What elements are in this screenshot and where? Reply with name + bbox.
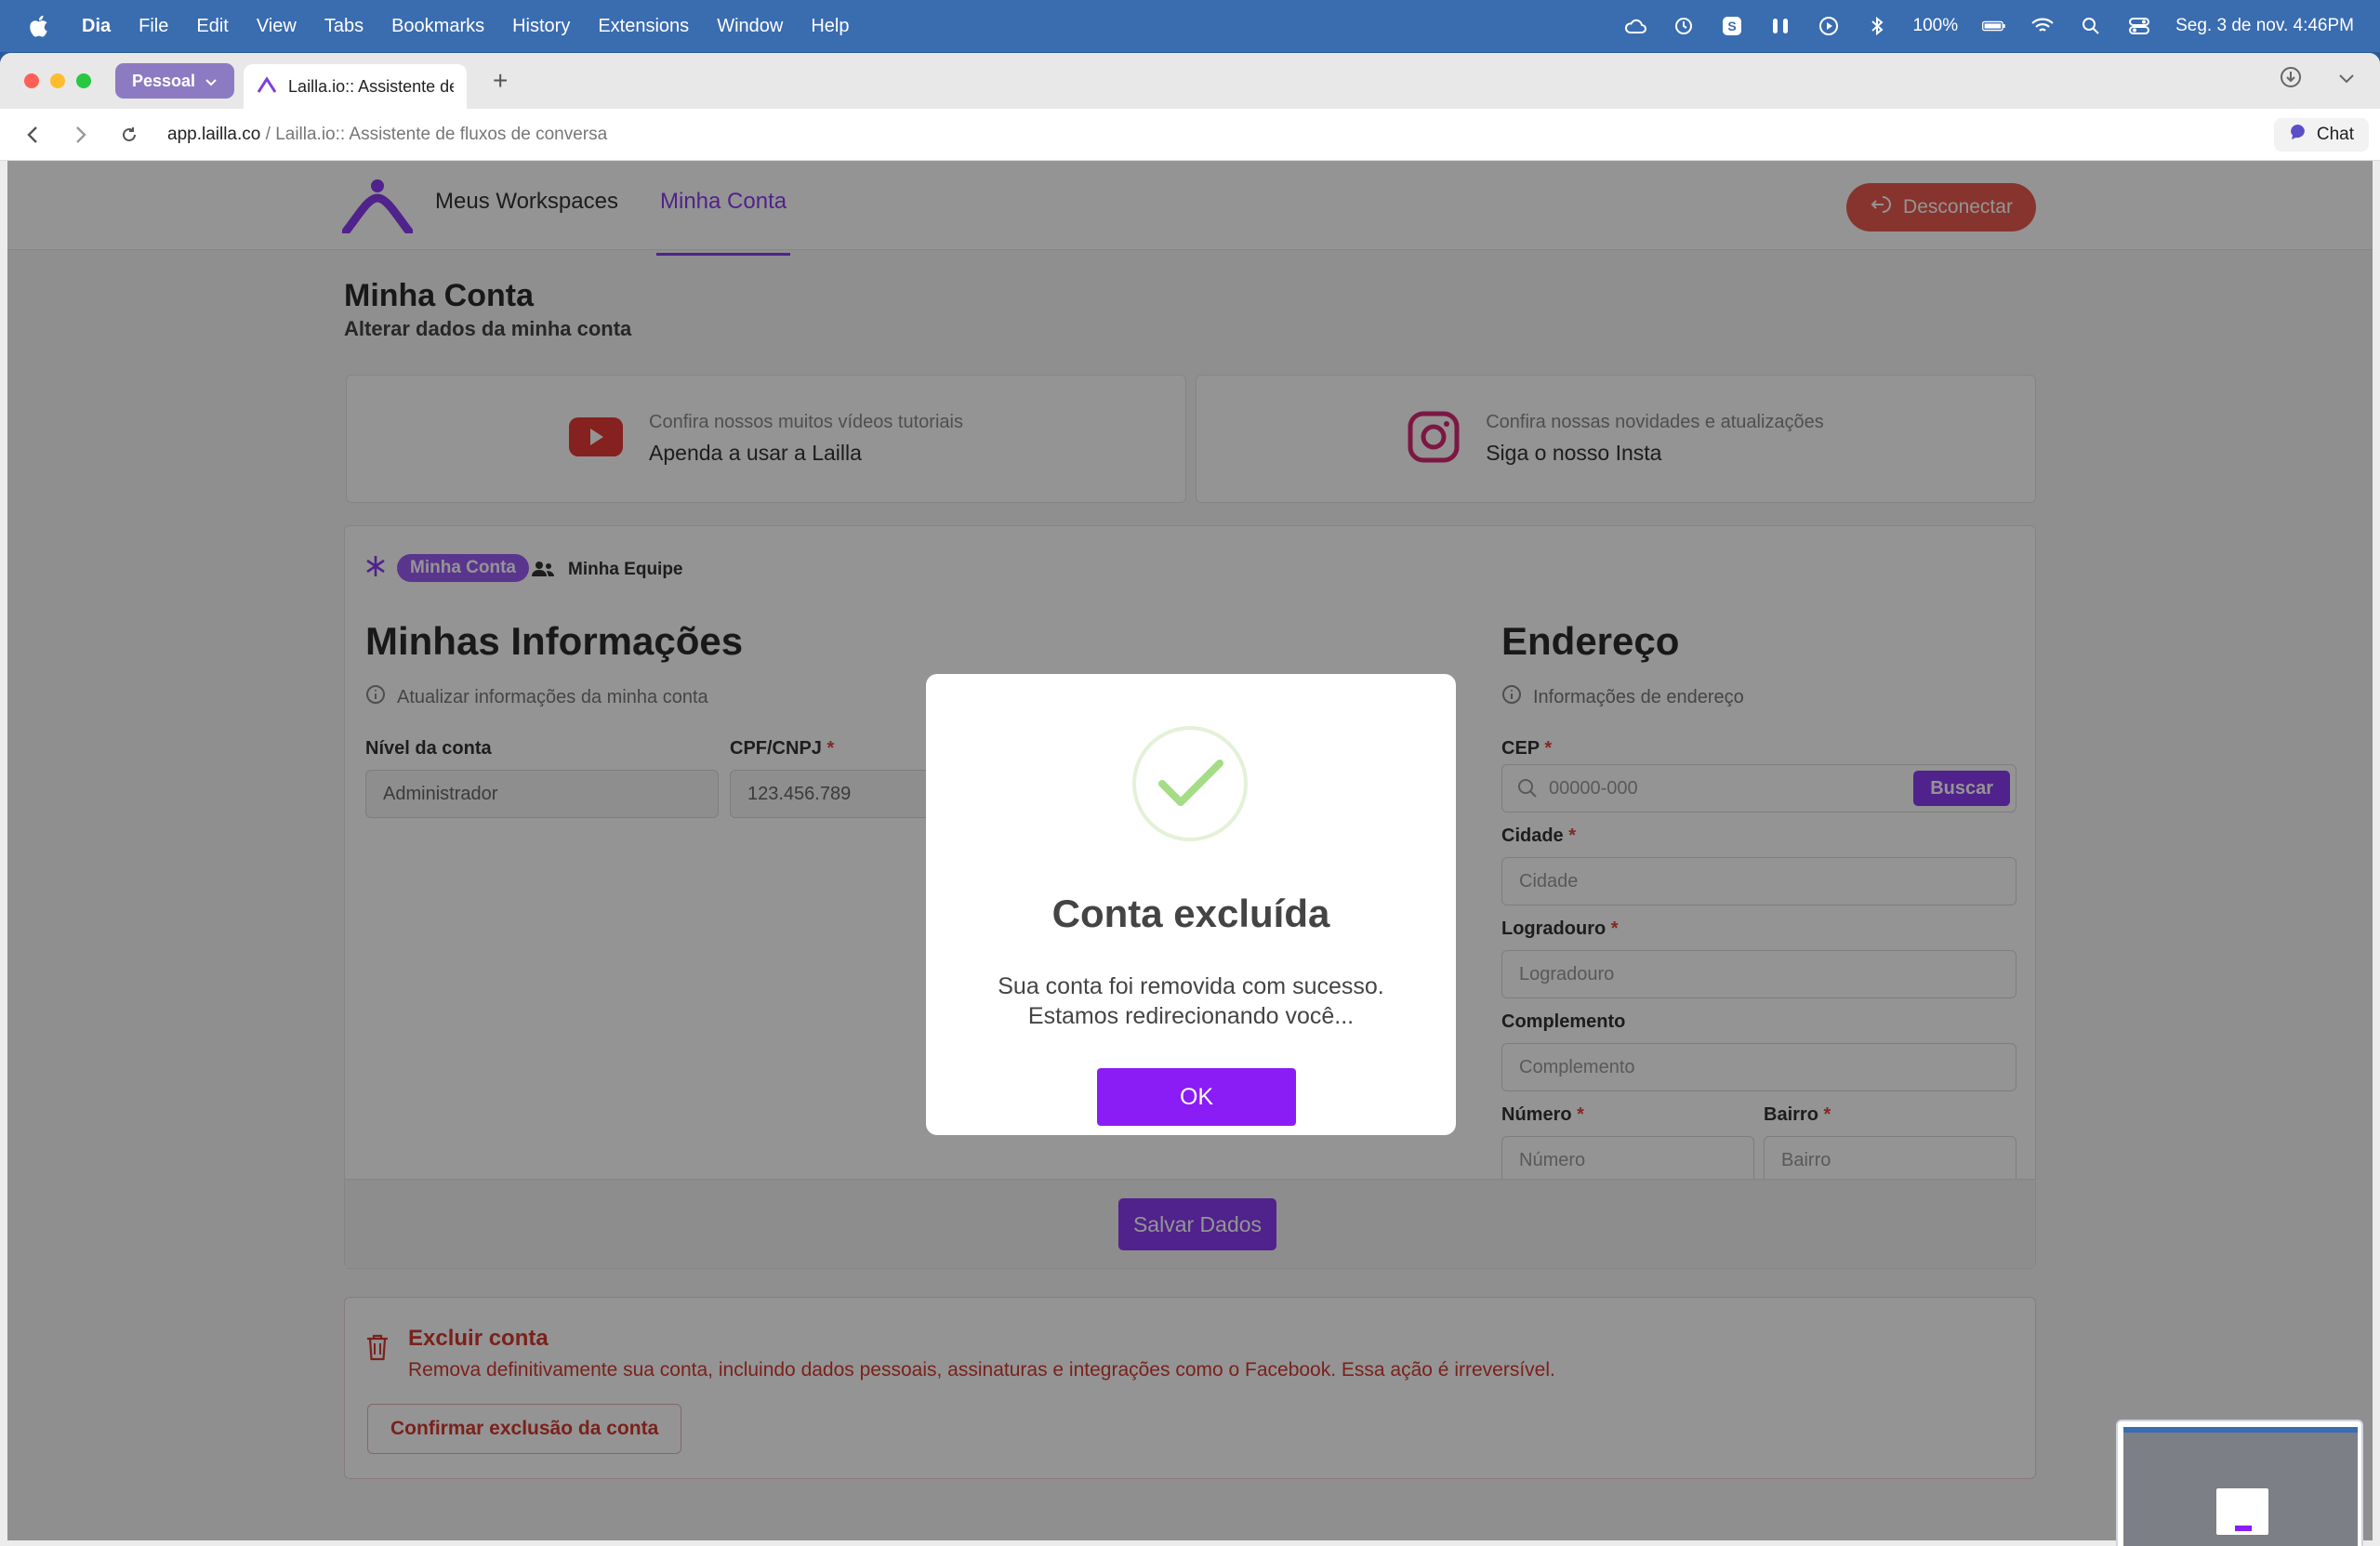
minimize-window-button[interactable] [50,73,65,88]
menu-history[interactable]: History [512,16,570,37]
thumbnail-menubar [2123,1427,2358,1433]
apple-icon[interactable] [24,12,52,40]
reload-icon[interactable] [115,121,143,149]
url-page-title: Lailla.io:: Assistente de fluxos de conv… [275,124,608,144]
airpods-icon[interactable] [1768,14,1792,38]
bluetooth-icon[interactable] [1865,14,1889,38]
cloud-icon[interactable] [1623,14,1647,38]
dialog-message: Sua conta foi removida com sucesso. Esta… [963,971,1419,1031]
timer-icon[interactable] [1672,14,1696,38]
chat-label: Chat [2316,125,2354,144]
thumbnail-ok-button [2235,1526,2252,1531]
chat-button[interactable]: Chat [2273,118,2369,152]
profile-switcher[interactable]: Pessoal [115,63,235,99]
dialog-message-line2: Estamos redirecionando você... [1027,1003,1355,1029]
menu-help[interactable]: Help [811,16,849,37]
url-domain: app.lailla.co [167,124,261,144]
forward-arrow-icon[interactable] [67,121,95,149]
battery-icon[interactable] [1982,14,2006,38]
url-field[interactable]: app.lailla.co / Lailla.io:: Assistente d… [167,125,607,145]
menu-edit[interactable]: Edit [196,16,228,37]
new-tab-plus-icon[interactable]: + [493,66,508,96]
menu-bookmarks[interactable]: Bookmarks [391,16,484,37]
menu-file[interactable]: File [139,16,168,37]
menubar-status-area: S 100% Seg. 3 de nov. 4:46PM [1623,0,2354,52]
menubar-clock[interactable]: Seg. 3 de nov. 4:46PM [2175,16,2354,36]
tabbar-right-controls [2280,66,2356,94]
menu-tabs[interactable]: Tabs [324,16,364,37]
dialog-message-line1: Sua conta foi removida com sucesso. [998,973,1384,999]
account-deleted-dialog: Conta excluída Sua conta foi removida co… [926,674,1456,1135]
page-viewport: Meus Workspaces Minha Conta Desconectar … [7,161,2373,1540]
macos-menubar: Dia File Edit View Tabs Bookmarks Histor… [0,0,2380,52]
success-check-icon [1132,726,1248,841]
url-separator: / [260,124,276,144]
chat-bubble-icon [2289,123,2307,147]
tab-lailla[interactable]: Lailla.io:: Assistente de [244,64,468,109]
window-controls [24,73,91,88]
play-icon[interactable] [1817,14,1841,38]
control-center-icon[interactable] [2127,14,2151,38]
s-app-icon[interactable]: S [1720,14,1744,38]
address-bar: app.lailla.co / Lailla.io:: Assistente d… [0,109,2380,161]
menu-view[interactable]: View [257,16,297,37]
lailla-favicon-icon [257,75,277,98]
spotlight-search-icon[interactable] [2079,14,2103,38]
zoom-window-button[interactable] [76,73,91,88]
tab-title: Lailla.io:: Assistente de [288,76,455,96]
svg-text:S: S [1727,19,1736,33]
back-arrow-icon[interactable] [19,121,46,149]
profile-label: Pessoal [132,71,196,90]
tab-bar: Pessoal Lailla.io:: Assistente de + [0,53,2380,109]
chevron-down-icon [205,72,218,91]
browser-window: Pessoal Lailla.io:: Assistente de + app.… [0,53,2380,1546]
dialog-ok-button[interactable]: OK [1097,1068,1296,1126]
screenshot-thumbnail-preview[interactable] [2116,1420,2363,1546]
battery-percent: 100% [1912,16,1959,35]
menu-app-name[interactable]: Dia [82,16,111,37]
close-window-button[interactable] [24,73,39,88]
wifi-icon[interactable] [2030,14,2055,38]
downloads-icon[interactable] [2280,66,2302,94]
dialog-title: Conta excluída [1051,892,1330,935]
menu-window[interactable]: Window [717,16,783,37]
tab-overview-chevron-icon[interactable] [2337,66,2356,94]
menu-extensions[interactable]: Extensions [598,16,689,37]
thumbnail-content [2123,1427,2358,1546]
